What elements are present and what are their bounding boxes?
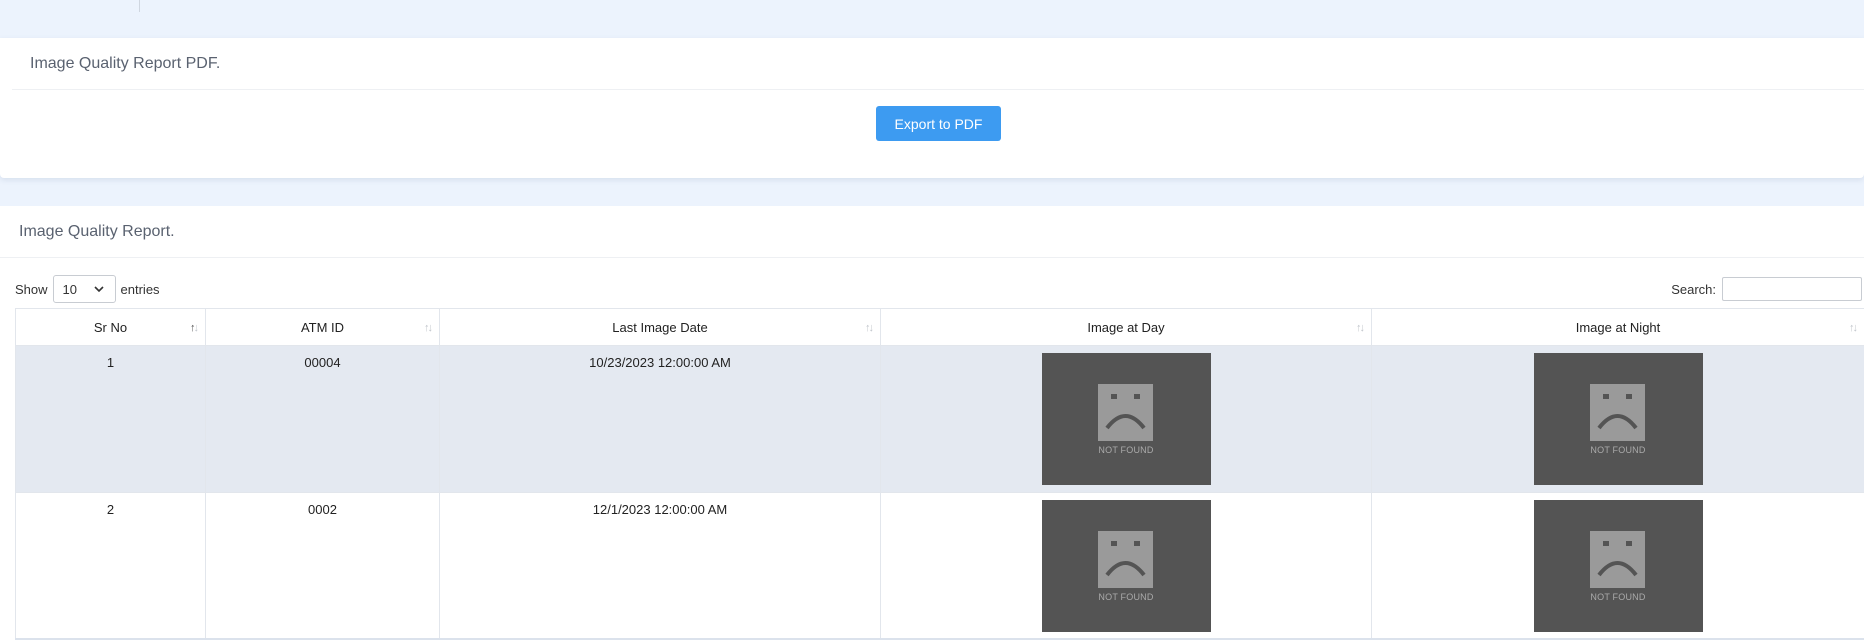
- sort-icon: ↑↓: [424, 322, 433, 334]
- length-control: Show 10 entries: [15, 274, 160, 304]
- cell-last-image-date: 10/23/2023 12:00:00 AM: [439, 345, 881, 493]
- table-row: 1 00004 10/23/2023 12:00:00 AM NOT FOUND: [15, 345, 1864, 493]
- column-header-image-at-night[interactable]: Image at Night ↑↓: [1371, 308, 1864, 346]
- divider: [0, 257, 1864, 258]
- entries-label: entries: [120, 281, 160, 297]
- sort-icon: ↑↓: [1849, 322, 1858, 334]
- search-input[interactable]: [1722, 277, 1862, 301]
- search-label: Search:: [1671, 281, 1716, 297]
- search-control: Search:: [1671, 274, 1862, 304]
- image-not-found-placeholder[interactable]: NOT FOUND: [1041, 353, 1211, 485]
- cell-sr-no: 2: [15, 492, 206, 640]
- column-header-last-image-date[interactable]: Last Image Date ↑↓: [439, 308, 881, 346]
- cell-atm-id: 0002: [205, 492, 440, 640]
- card-title: Image Quality Report PDF.: [30, 55, 221, 72]
- sort-icon: ↑↓: [1356, 322, 1365, 334]
- cell-image-at-day: NOT FOUND: [880, 345, 1372, 493]
- chevron-down-icon: [92, 282, 106, 296]
- column-header-atm-id[interactable]: ATM ID ↑↓: [205, 308, 440, 346]
- cell-last-image-date: 12/1/2023 12:00:00 AM: [439, 492, 881, 640]
- sort-icon: ↑↓: [865, 322, 874, 334]
- cell-image-at-night: NOT FOUND: [1371, 345, 1864, 493]
- column-header-image-at-day[interactable]: Image at Day ↑↓: [880, 308, 1372, 346]
- divider: [12, 89, 1864, 90]
- table-bottom-border: [15, 638, 1864, 640]
- card-title: Image Quality Report.: [19, 223, 175, 240]
- top-divider: [139, 0, 140, 12]
- export-to-pdf-button[interactable]: Export to PDF: [876, 106, 1001, 141]
- sort-asc-icon: ↑↓: [190, 322, 199, 334]
- not-found-label: NOT FOUND: [1590, 445, 1646, 455]
- not-found-label: NOT FOUND: [1098, 445, 1154, 455]
- entries-select[interactable]: 10: [52, 275, 116, 303]
- report-card: Image Quality Report. Show 10 entries Se…: [0, 206, 1864, 642]
- cell-image-at-day: NOT FOUND: [880, 492, 1372, 640]
- show-label: Show: [15, 281, 48, 297]
- column-header-sr-no[interactable]: Sr No ↑↓: [15, 308, 206, 346]
- not-found-label: NOT FOUND: [1590, 592, 1646, 602]
- cell-atm-id: 00004: [205, 345, 440, 493]
- cell-image-at-night: NOT FOUND: [1371, 492, 1864, 640]
- sad-face-icon: [1097, 384, 1153, 441]
- sad-face-icon: [1589, 384, 1645, 441]
- entries-value: 10: [62, 281, 77, 297]
- report-table: Sr No ↑↓ ATM ID ↑↓ Last Image Date ↑↓ Im…: [15, 308, 1864, 640]
- sad-face-icon: [1589, 531, 1645, 588]
- cell-sr-no: 1: [15, 345, 206, 493]
- image-not-found-placeholder[interactable]: NOT FOUND: [1533, 500, 1703, 632]
- table-header-row: Sr No ↑↓ ATM ID ↑↓ Last Image Date ↑↓ Im…: [15, 308, 1864, 346]
- not-found-label: NOT FOUND: [1098, 592, 1154, 602]
- image-not-found-placeholder[interactable]: NOT FOUND: [1533, 353, 1703, 485]
- top-bar: [0, 0, 1864, 38]
- table-row: 2 0002 12/1/2023 12:00:00 AM NOT FOUND N…: [15, 492, 1864, 640]
- sad-face-icon: [1097, 531, 1153, 588]
- image-not-found-placeholder[interactable]: NOT FOUND: [1041, 500, 1211, 632]
- pdf-export-card: Image Quality Report PDF. Export to PDF: [0, 38, 1864, 178]
